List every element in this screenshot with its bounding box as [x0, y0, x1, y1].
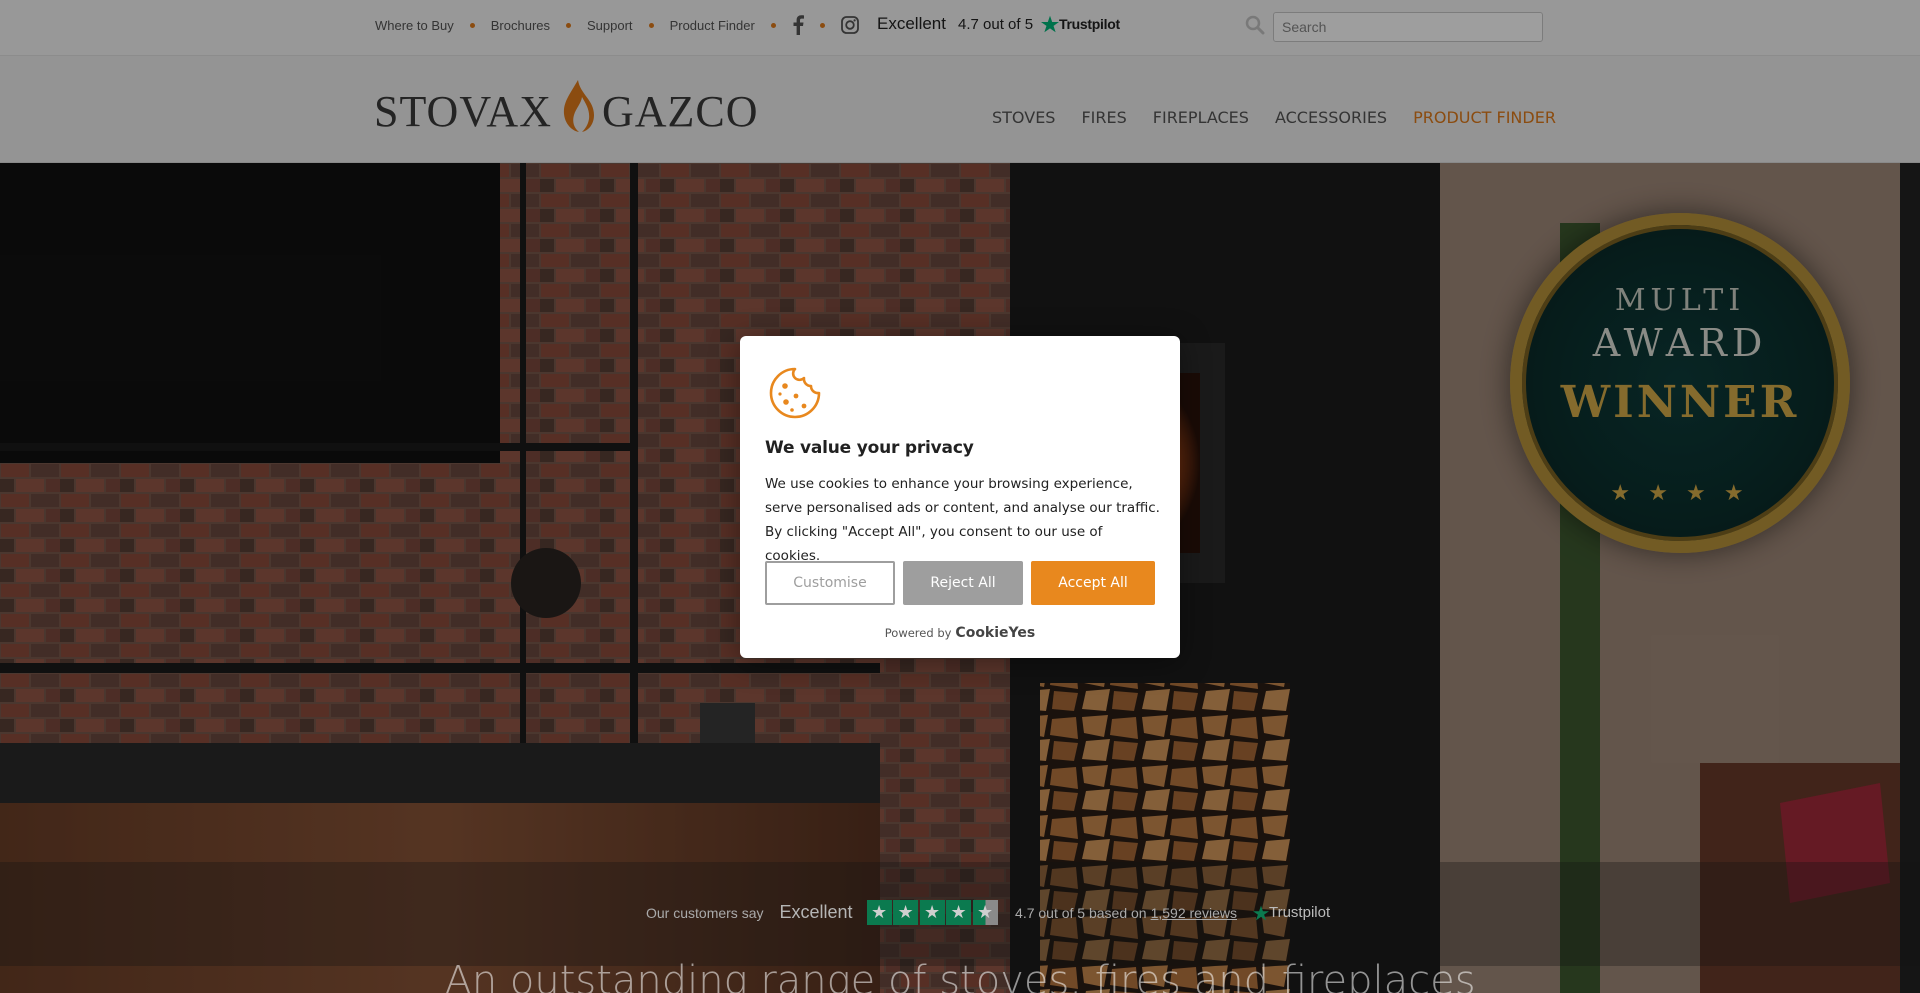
cookie-modal-body: We use cookies to enhance your browsing …: [765, 476, 1160, 564]
trustpilot-rating-word: Excellent: [779, 902, 853, 922]
trustpilot-review-summary[interactable]: Our customers say Excellent ★ ★ ★ ★ ★ 4.…: [646, 900, 1330, 925]
star-icon: ★: [893, 900, 919, 925]
trustpilot-review-bar: Our customers say Excellent ★ ★ ★ ★ ★ 4.…: [0, 862, 1920, 966]
trustpilot-logo: Trustpilot: [1252, 904, 1331, 921]
trustpilot-score-text: 4.7 out of 5 based on: [1015, 904, 1147, 921]
star-icon: ★: [866, 900, 892, 925]
trustpilot-star-icon: [1252, 905, 1269, 920]
cookie-consent-modal: We value your privacy We use cookies to …: [740, 336, 1180, 658]
cookie-modal-actions: Customise Reject All Accept All: [765, 561, 1155, 605]
powered-by: Powered by CookieYes: [740, 625, 1180, 641]
star-icon: ★: [919, 900, 945, 925]
accept-all-button[interactable]: Accept All: [1031, 561, 1155, 605]
hero-tagline: An outstanding range of stoves, fires an…: [444, 958, 1476, 993]
trustpilot-brand: Trustpilot: [1268, 904, 1331, 921]
cookieyes-logo[interactable]: CookieYes: [955, 625, 1035, 641]
cookie-icon: [768, 366, 822, 424]
trustpilot-reviews-link[interactable]: 1,592 reviews: [1151, 905, 1237, 921]
trustpilot-lead: Our customers say: [646, 904, 764, 921]
trustpilot-stars: ★ ★ ★ ★ ★: [866, 900, 1000, 925]
customise-button[interactable]: Customise: [765, 561, 895, 605]
powered-by-label: Powered by: [884, 626, 952, 640]
star-icon: ★: [946, 900, 972, 925]
reject-all-button[interactable]: Reject All: [903, 561, 1023, 605]
cookie-modal-title: We value your privacy: [765, 438, 974, 458]
half-star-icon: ★: [972, 900, 998, 925]
